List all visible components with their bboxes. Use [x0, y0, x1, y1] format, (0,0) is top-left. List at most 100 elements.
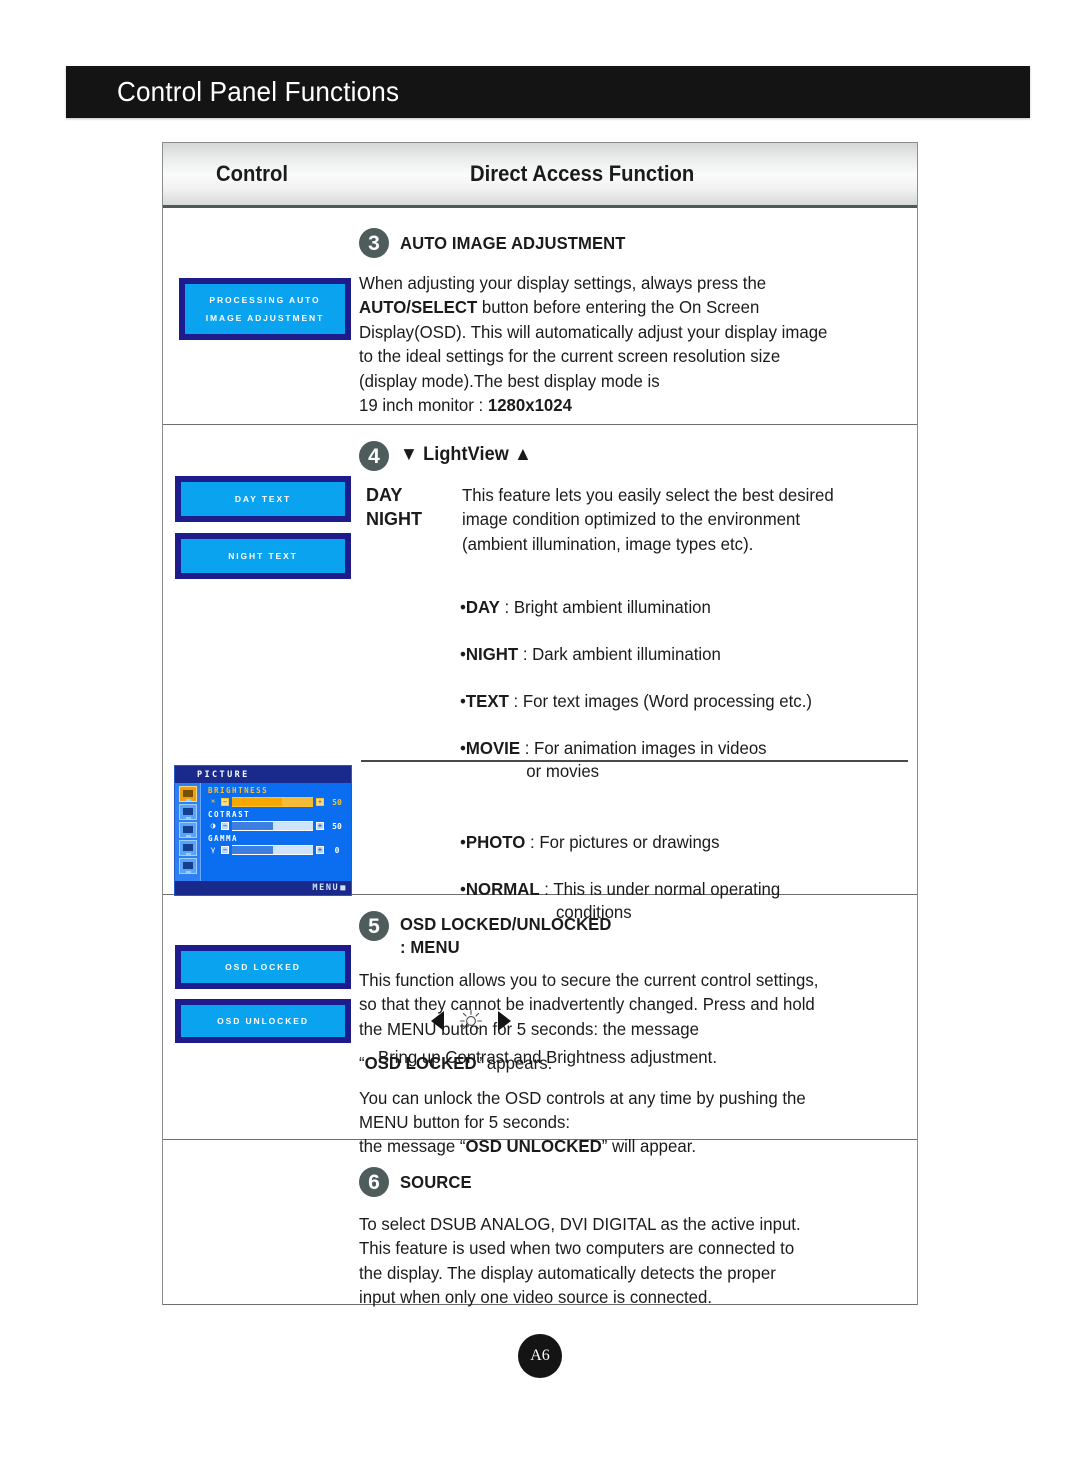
lightview-up-arrow-icon: ▲: [513, 444, 532, 465]
osd-icon-rail: [175, 783, 201, 881]
bullet-2-sep: :: [508, 690, 523, 711]
section-5-control-column: OSD LOCKED OSD UNLOCKED: [163, 895, 359, 1139]
section-5-paragraph-2: “OSD LOCKED” appears.: [359, 1051, 895, 1075]
section-6-title: SOURCE: [400, 1172, 472, 1192]
osd-field-gamma: GAMMA γ − + 0: [208, 833, 347, 856]
step-number-3: 3: [359, 228, 389, 258]
section-4-inner-divider: [361, 760, 908, 762]
table-header-control: Control: [216, 161, 288, 186]
bullet-2-term: TEXT: [465, 690, 509, 711]
osd-tracking-icon[interactable]: [178, 822, 197, 838]
osd-brightness-value: 50: [332, 797, 342, 807]
osd-contrast-increase-button[interactable]: +: [316, 822, 324, 830]
bullet-4-sep: :: [525, 831, 540, 852]
step-number-6: 6: [359, 1167, 389, 1197]
brightness-sun-icon: ☀: [210, 797, 216, 806]
osd-chip-night-text: NIGHT TEXT: [175, 533, 351, 579]
section-auto-image-adjustment: PROCESSING AUTO IMAGE ADJUSTMENT 3 AUTO …: [163, 208, 917, 425]
osd-setup-icon[interactable]: [178, 858, 197, 874]
bullet-2-desc: For text images (Word processing etc.): [522, 690, 812, 711]
section-5-description-column: 5 OSD LOCKED/UNLOCKED : MENU This functi…: [359, 895, 917, 1156]
osd-menu-body: BRIGHTNESS ☀ − + 50 COTRAST ◑ − + 50 GAM…: [175, 783, 351, 881]
page-banner: Control Panel Functions: [66, 66, 1030, 118]
section-5-heading: 5 OSD LOCKED/UNLOCKED : MENU: [359, 911, 917, 959]
chip-line-2: IMAGE ADJUSTMENT: [205, 313, 325, 323]
section-6-heading: 6 SOURCE: [359, 1167, 917, 1197]
osd-field-contrast: COTRAST ◑ − + 50: [208, 809, 347, 832]
section-4-heading: 4 ▼ LightView ▲: [359, 441, 917, 471]
section-3-body-bold1: AUTO/SELECT: [359, 297, 478, 318]
section-3-heading: 3 AUTO IMAGE ADJUSTMENT: [359, 228, 917, 258]
section-6-body: To select DSUB ANALOG, DVI DIGITAL as th…: [359, 1214, 801, 1308]
bullet-3-desc: For animation images in videos: [534, 737, 767, 758]
section-6-control-column: [163, 1140, 359, 1304]
section-3-body: When adjusting your display settings, al…: [359, 271, 895, 417]
lightview-mode-labels: DAY NIGHT: [359, 483, 462, 556]
section-3-description-column: 3 AUTO IMAGE ADJUSTMENT When adjusting y…: [359, 208, 917, 424]
section-3-control-column: PROCESSING AUTO IMAGE ADJUSTMENT: [163, 208, 359, 424]
bullet-3-term: MOVIE: [465, 737, 521, 758]
contrast-halfmoon-icon: ◑: [210, 821, 216, 830]
osd-contrast-slider[interactable]: [232, 821, 313, 831]
osd-picture-menu: PICTURE BRIGHTNESS ☀ − + 50 COTRAST ◑ − …: [174, 765, 352, 896]
section-5-title-line2: : MENU: [400, 937, 460, 957]
osd-field-brightness: BRIGHTNESS ☀ − + 50: [208, 785, 347, 808]
osd-menu-title: PICTURE: [175, 766, 351, 783]
osd-contrast-label: COTRAST: [208, 810, 251, 819]
bullet-0-desc: Bright ambient illumination: [513, 596, 711, 617]
osd-chip-osd-unlocked: OSD UNLOCKED: [175, 999, 351, 1043]
section-4-title: LightView: [423, 444, 509, 465]
gamma-icon: γ: [210, 845, 216, 854]
section-lightview: DAY TEXT NIGHT TEXT PICTURE BRIGHTNESS ☀…: [163, 425, 917, 1067]
chip-line-1: PROCESSING AUTO: [209, 295, 321, 305]
osd-picture-menu-wrapper: PICTURE BRIGHTNESS ☀ − + 50 COTRAST ◑ − …: [163, 745, 359, 896]
bullet-1-sep: :: [518, 643, 533, 664]
table-header-direct-access: Direct Access Function: [470, 161, 695, 186]
chip-locked-label: OSD LOCKED: [225, 962, 301, 972]
chip-night-label: NIGHT TEXT: [228, 551, 298, 561]
lightview-bullet-item: •DAY : Bright ambient illumination: [460, 572, 899, 619]
osd-gamma-label: GAMMA: [208, 834, 239, 843]
section-4-description-column: 4 ▼ LightView ▲ DAY NIGHT This feature l…: [359, 425, 917, 1067]
osd-color-icon[interactable]: [178, 804, 197, 820]
section-5-paragraph-1: This function allows you to secure the c…: [359, 970, 819, 1039]
section-4-title-group: ▼ LightView ▲: [400, 441, 532, 466]
section-osd-locked-unlocked: OSD LOCKED OSD UNLOCKED 5 OSD LOCKED/UNL…: [163, 895, 917, 1156]
osd-brightness-slider[interactable]: [232, 797, 313, 807]
osd-contrast-decrease-button[interactable]: −: [221, 822, 229, 830]
bullet-0-sep: :: [499, 596, 514, 617]
step-number-5: 5: [359, 911, 389, 941]
section-5-title-line1: OSD LOCKED/UNLOCKED: [400, 914, 612, 934]
section-5-osd-locked-term: OSD LOCKED: [364, 1053, 477, 1074]
osd-chip-processing-auto: PROCESSING AUTO IMAGE ADJUSTMENT: [179, 278, 351, 340]
osd-brightness-label: BRIGHTNESS: [208, 786, 269, 795]
osd-position-icon[interactable]: [178, 840, 197, 856]
section-5-quote-close: ” appears.: [476, 1053, 553, 1074]
bullet-3-sep: :: [520, 737, 535, 758]
osd-gamma-increase-button[interactable]: +: [316, 846, 324, 854]
lightview-bullet-item: •NIGHT : Dark ambient illumination: [460, 619, 899, 666]
osd-exit-icon[interactable]: ■: [340, 883, 347, 893]
chip-unlocked-label: OSD UNLOCKED: [217, 1016, 309, 1026]
bullet-4-desc: For pictures or drawings: [539, 831, 720, 852]
osd-menu-footer[interactable]: MENU ■: [175, 881, 351, 895]
osd-picture-icon[interactable]: [178, 786, 197, 802]
lightview-label-day: DAY: [366, 485, 403, 505]
osd-brightness-decrease-button[interactable]: −: [221, 798, 229, 806]
lightview-bullet-item: •TEXT : For text images (Word processing…: [460, 666, 899, 713]
osd-contrast-value: 50: [332, 821, 342, 831]
bullet-4-term: PHOTO: [465, 831, 526, 852]
bullet-3-continuation: or movies: [526, 761, 600, 782]
osd-brightness-increase-button[interactable]: +: [316, 798, 324, 806]
section-3-title: AUTO IMAGE ADJUSTMENT: [400, 233, 626, 253]
lightview-bullet-item: •PHOTO : For pictures or drawings: [460, 807, 899, 854]
table-header-row: Control Direct Access Function: [163, 143, 917, 208]
control-functions-table: Control Direct Access Function PROCESSIN…: [162, 142, 918, 1307]
chip-day-label: DAY TEXT: [234, 494, 292, 504]
section-source: 6 SOURCE To select DSUB ANALOG, DVI DIGI…: [163, 1140, 917, 1307]
bullet-1-term: NIGHT: [465, 643, 519, 664]
lightview-down-arrow-icon: ▼: [400, 444, 418, 465]
osd-gamma-decrease-button[interactable]: −: [221, 846, 229, 854]
page-number-badge: A6: [518, 1334, 562, 1378]
osd-gamma-slider[interactable]: [232, 845, 313, 855]
